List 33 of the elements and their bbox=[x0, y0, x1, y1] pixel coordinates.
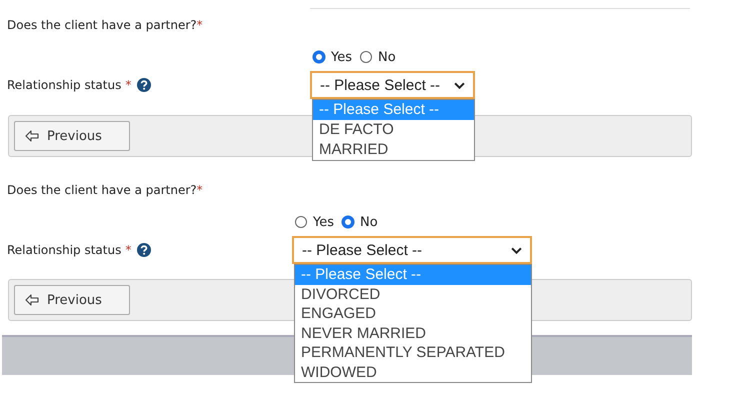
radio-button[interactable] bbox=[342, 216, 354, 228]
chevron-down-icon bbox=[454, 82, 465, 88]
dropdown-option[interactable]: DE FACTO bbox=[313, 120, 474, 140]
relationship-select[interactable]: -- Please Select -- bbox=[310, 71, 475, 99]
dropdown-option[interactable]: PERMANENTLY SEPARATED bbox=[295, 343, 531, 362]
chevron-down-icon bbox=[511, 246, 522, 254]
radio-button[interactable] bbox=[360, 51, 372, 63]
field-label: Relationship status bbox=[7, 243, 122, 257]
dropdown-option[interactable]: MARRIED bbox=[313, 140, 474, 160]
dropdown-option[interactable]: NEVER MARRIED bbox=[295, 324, 531, 343]
radio-option[interactable]: Yes bbox=[295, 214, 334, 230]
question-label: Does the client have a partner? bbox=[7, 18, 197, 32]
radio-button[interactable] bbox=[313, 51, 325, 63]
question-label: Does the client have a partner? bbox=[7, 183, 197, 197]
previous-button[interactable]: Previous bbox=[14, 285, 130, 315]
required-mark: * bbox=[196, 18, 203, 32]
radio-option[interactable]: Yes bbox=[313, 50, 352, 64]
dropdown-option[interactable]: ENGAGED bbox=[295, 304, 531, 324]
arrow-left-icon bbox=[25, 130, 39, 142]
relationship-select[interactable]: -- Please Select -- bbox=[292, 236, 532, 264]
radio-option[interactable]: No bbox=[342, 214, 378, 230]
help-icon[interactable] bbox=[137, 78, 152, 92]
required-mark: * bbox=[196, 183, 203, 197]
previous-button[interactable]: Previous bbox=[14, 121, 130, 151]
arrow-left-icon bbox=[25, 294, 39, 306]
help-icon[interactable] bbox=[137, 243, 152, 257]
field-label: Relationship status bbox=[7, 78, 122, 92]
radio-option[interactable]: No bbox=[360, 50, 396, 64]
dropdown-option[interactable]: DIVORCED bbox=[295, 284, 531, 304]
required-mark: * bbox=[125, 78, 132, 92]
dropdown-option[interactable]: WIDOWED bbox=[295, 362, 531, 382]
radio-button[interactable] bbox=[295, 216, 307, 228]
required-mark: * bbox=[125, 243, 132, 257]
